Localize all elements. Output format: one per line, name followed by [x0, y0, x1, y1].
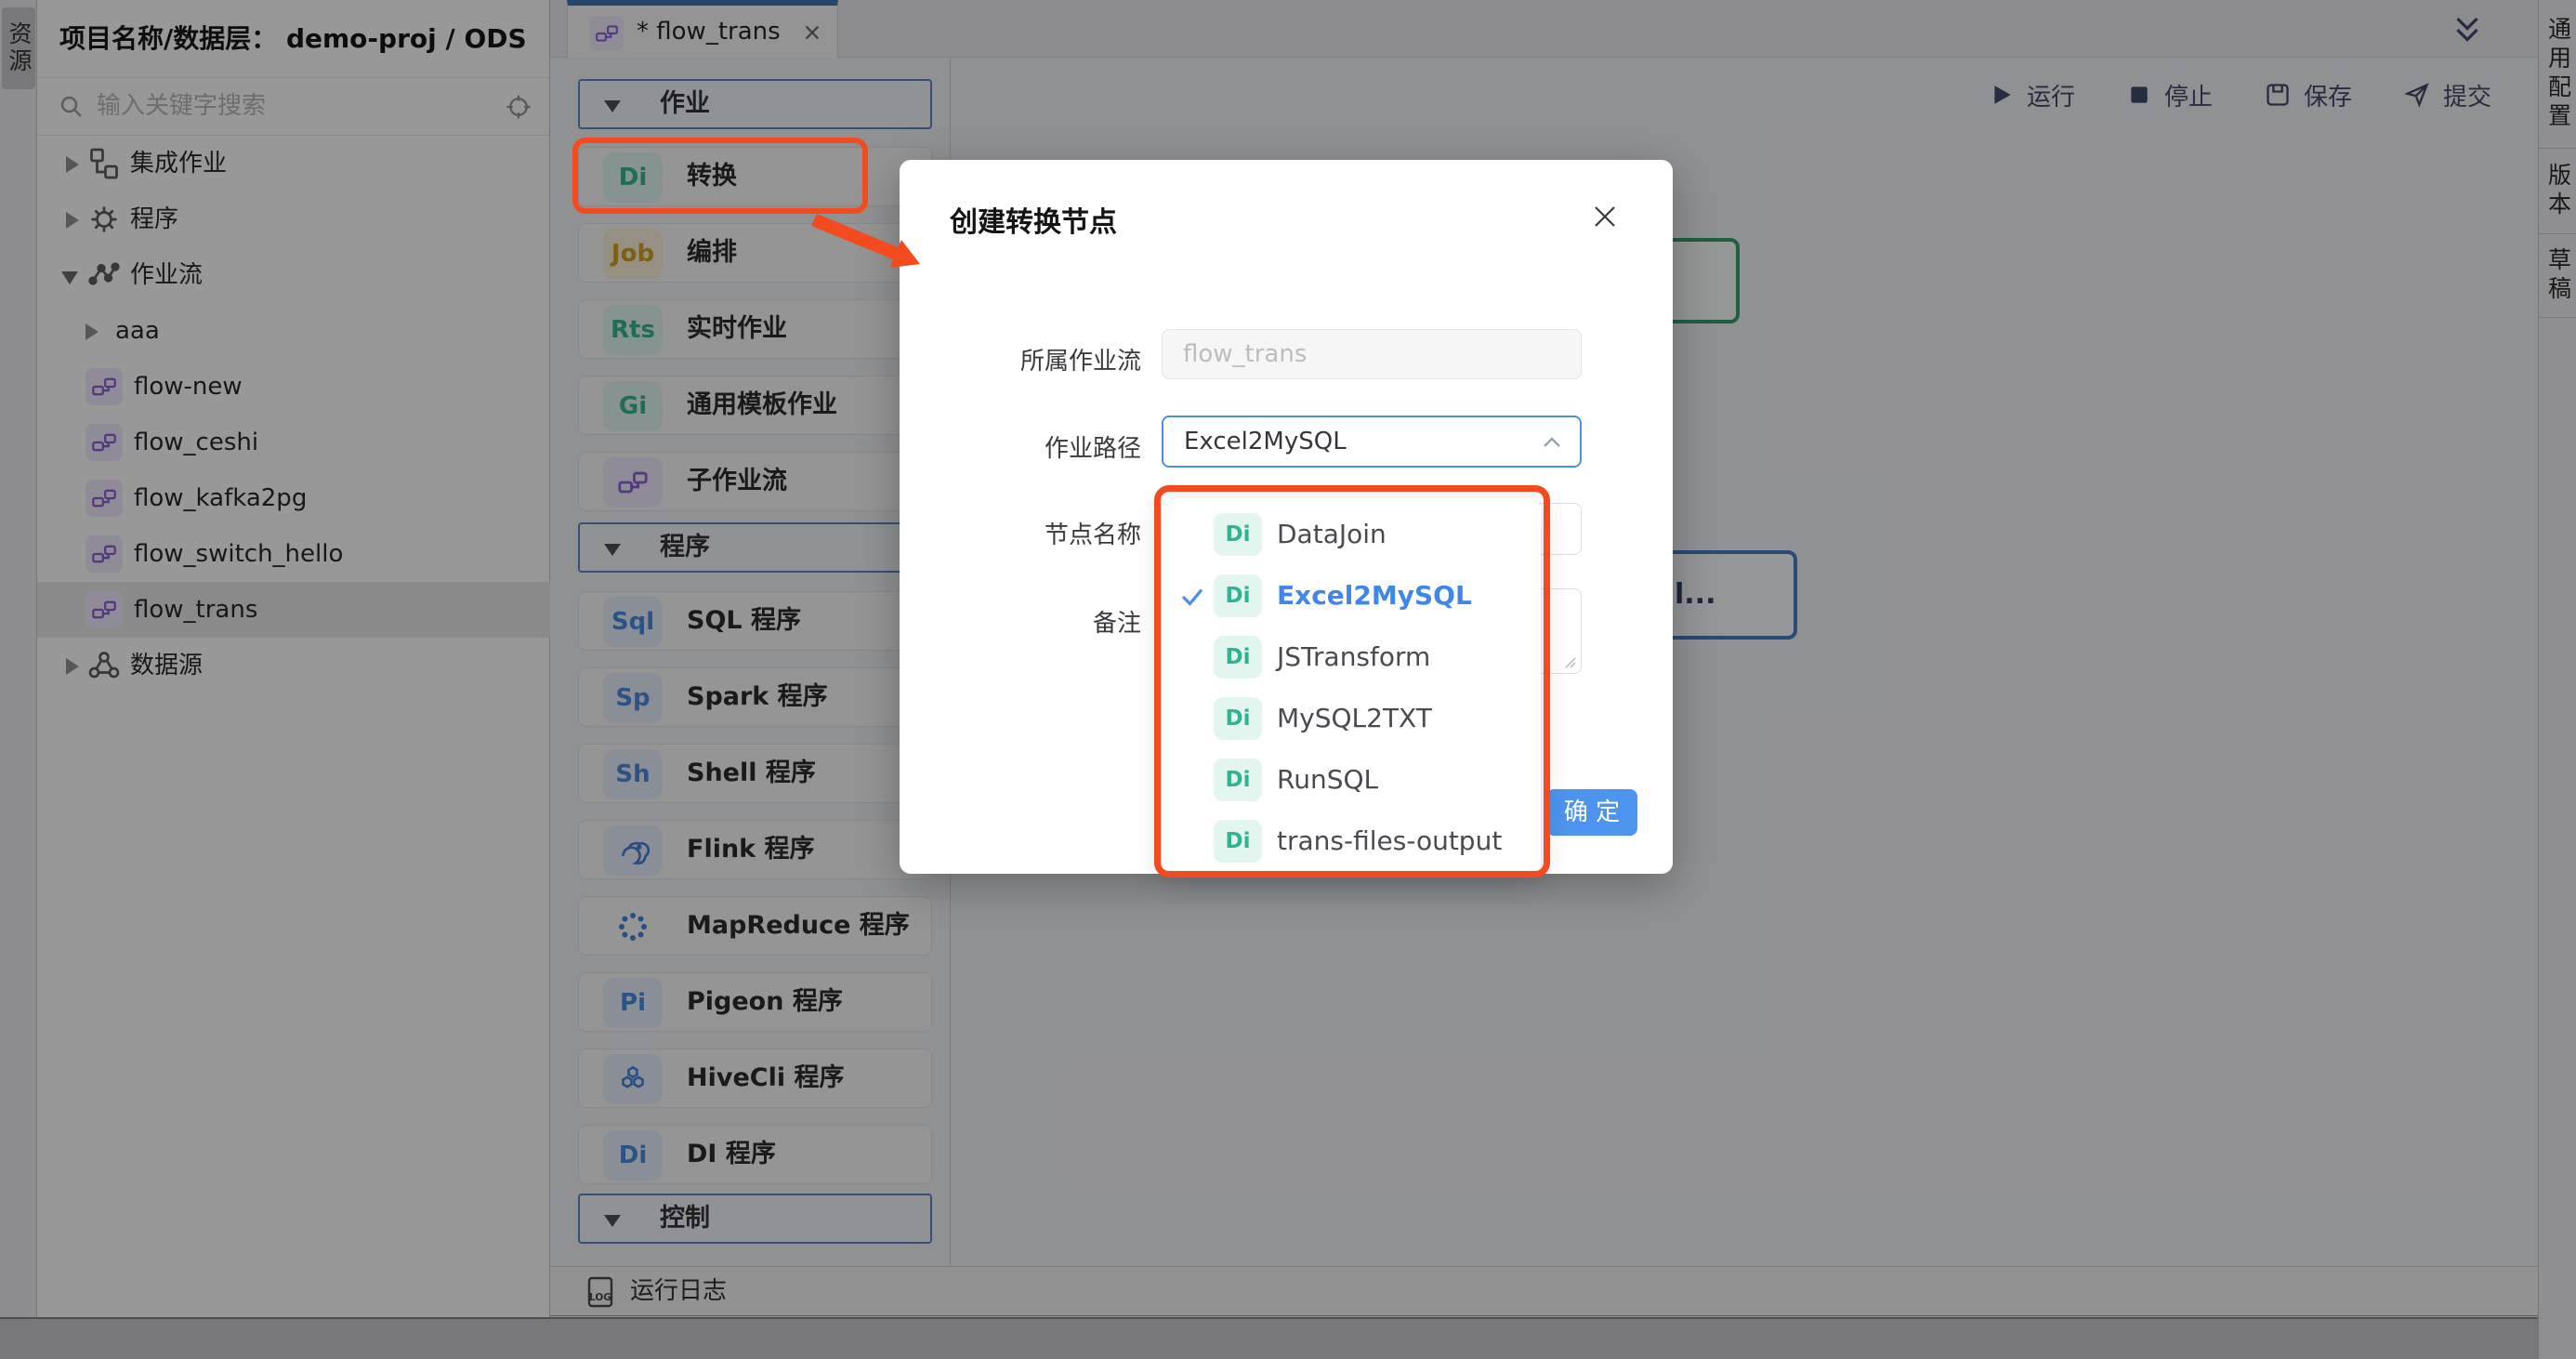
app-window: 资源 项目名称/数据层： demo-proj / ODS 集成作业 程序 — [0, 0, 2576, 1359]
field-label-remark: 备注 — [1092, 610, 1141, 638]
workflow-field: flow_trans — [1162, 329, 1582, 379]
job-path-select[interactable]: Excel2MySQL — [1162, 416, 1582, 468]
di-badge-icon: Di — [1214, 636, 1262, 679]
dropdown-option-trans-files-output[interactable]: Di trans-files-output — [1162, 811, 1541, 872]
dropdown-option-jstransform[interactable]: Di JSTransform — [1162, 627, 1541, 688]
dialog-title: 创建转换节点 — [950, 206, 1117, 239]
field-label-workflow: 所属作业流 — [1019, 348, 1141, 376]
di-badge-icon: Di — [1214, 697, 1262, 740]
field-label-node-name: 节点名称 — [1044, 521, 1141, 549]
job-path-dropdown: Di DataJoin Di Excel2MySQL Di JSTransfor… — [1162, 498, 1541, 874]
di-badge-icon: Di — [1214, 574, 1262, 617]
di-badge-icon: Di — [1214, 820, 1262, 863]
dropdown-option-runsql[interactable]: Di RunSQL — [1162, 749, 1541, 811]
dropdown-option-mysql2txt[interactable]: Di MySQL2TXT — [1162, 688, 1541, 749]
check-icon — [1181, 588, 1203, 606]
close-icon[interactable] — [1591, 203, 1619, 231]
di-badge-icon: Di — [1214, 759, 1262, 801]
di-badge-icon: Di — [1214, 513, 1262, 556]
dropdown-option-datajoin[interactable]: Di DataJoin — [1162, 504, 1541, 565]
dropdown-option-excel2mysql[interactable]: Di Excel2MySQL — [1162, 565, 1541, 627]
confirm-button[interactable]: 确 定 — [1546, 789, 1637, 836]
field-label-job-path: 作业路径 — [1044, 435, 1141, 463]
chevron-up-icon — [1544, 437, 1560, 447]
resize-handle-icon[interactable] — [1562, 654, 1577, 669]
